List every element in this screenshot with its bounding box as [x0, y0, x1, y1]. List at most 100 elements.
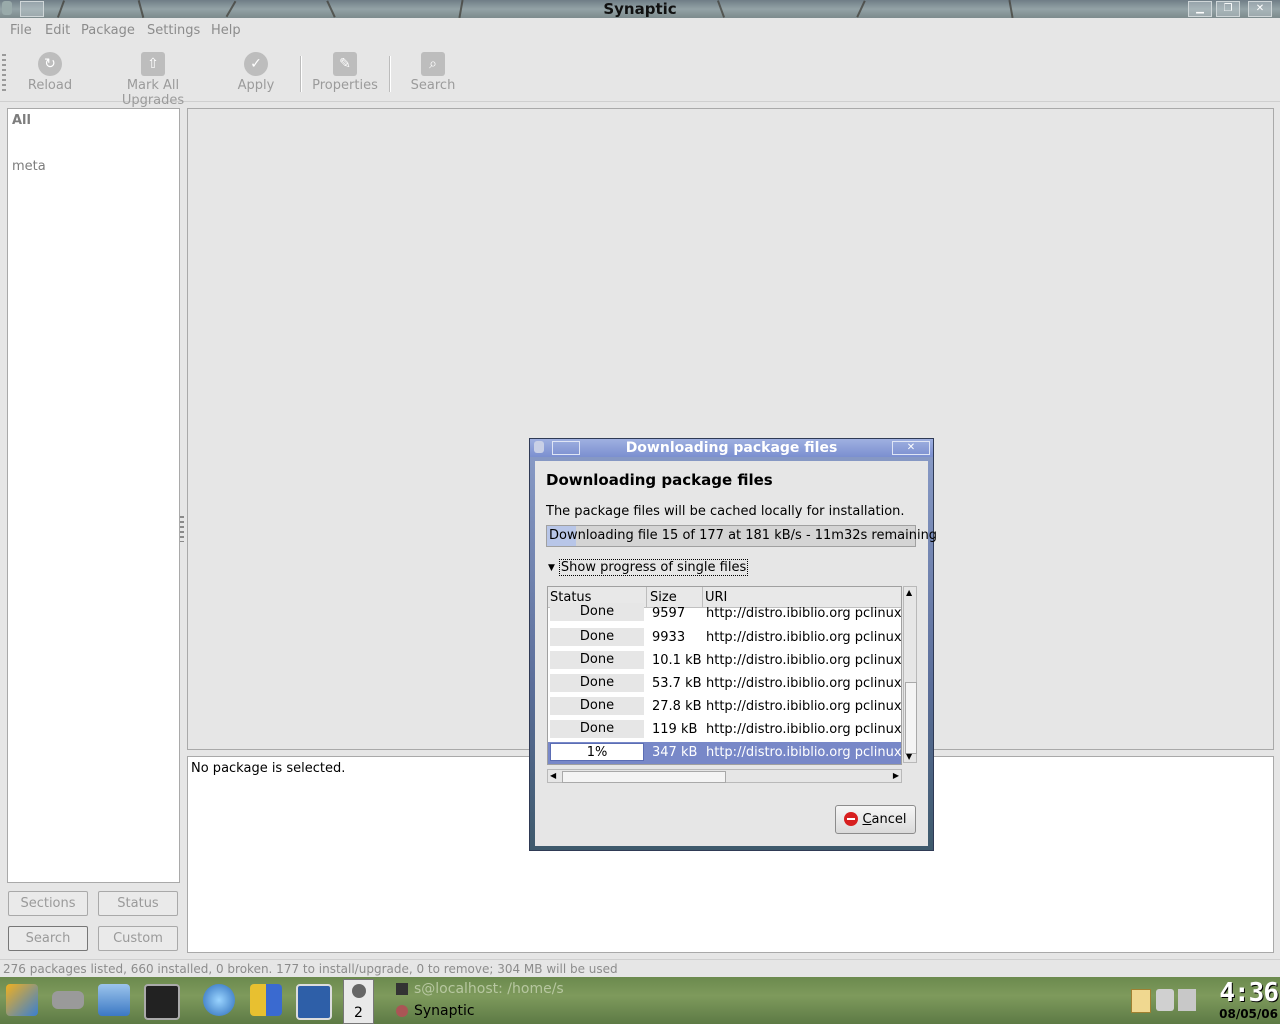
properties-label: Properties	[312, 78, 378, 93]
dialog-title: Downloading package files	[625, 440, 838, 456]
download-progress-bar: Downloading file 15 of 177 at 181 kB/s -…	[546, 525, 937, 547]
column-separator[interactable]	[646, 587, 647, 607]
window-titlebar: Synaptic ▁ ❐ ✕	[0, 0, 1280, 19]
menu-file[interactable]: File	[10, 23, 32, 38]
folder-icon[interactable]	[98, 984, 130, 1016]
vertical-scroll-thumb[interactable]	[905, 682, 917, 754]
klipper-icon[interactable]	[1131, 989, 1151, 1013]
menu-help[interactable]: Help	[211, 23, 241, 38]
close-button[interactable]: ✕	[1248, 1, 1272, 17]
drive-icon[interactable]	[52, 991, 84, 1009]
browser-icon[interactable]	[203, 984, 235, 1016]
column-separator[interactable]	[702, 587, 703, 607]
row-uri: http://distro.ibiblio.org pclinuxo	[706, 653, 902, 668]
dialog-shade-button[interactable]	[552, 441, 580, 455]
filter-list: All meta	[7, 108, 180, 883]
network-icon[interactable]	[1178, 989, 1196, 1011]
row-status: Done	[550, 720, 644, 738]
horizontal-scrollbar[interactable]: ◀ ▶	[547, 769, 902, 783]
column-uri[interactable]: URI	[705, 590, 727, 605]
menu-edit[interactable]: Edit	[45, 23, 70, 38]
clock[interactable]: 4:36 08/05/06	[1219, 978, 1279, 1021]
vertical-scrollbar[interactable]: ▲ ▼	[903, 586, 917, 763]
cancel-icon	[844, 811, 859, 826]
row-status: Done	[550, 651, 644, 669]
show-progress-expander[interactable]: ▼ Show progress of single files	[548, 559, 749, 576]
row-status: Done	[550, 628, 644, 646]
desktop-pager[interactable]: 2	[343, 979, 374, 1024]
sections-button[interactable]: Sections	[8, 891, 88, 916]
dialog-menu-icon[interactable]	[534, 441, 544, 453]
row-uri: http://distro.ibiblio.org pclinuxo	[706, 699, 902, 714]
volume-icon[interactable]	[1156, 989, 1174, 1011]
row-status: Done	[550, 603, 644, 621]
progress-text: Downloading file 15 of 177 at 181 kB/s -…	[549, 528, 938, 543]
maximize-button[interactable]: ❐	[1216, 1, 1240, 17]
taskbar: 2 s@localhost: /home/s Synaptic 4:36 08/…	[0, 977, 1280, 1024]
terminal-small-icon	[396, 983, 408, 995]
desktop-number: 2	[354, 1005, 363, 1021]
minimize-button[interactable]: ▁	[1188, 1, 1212, 17]
column-size[interactable]: Size	[650, 590, 677, 605]
row-uri: http://distro.ibiblio.org pclinuxo	[706, 745, 902, 760]
search-filter-button[interactable]: Search	[8, 926, 88, 951]
table-row[interactable]: Done 27.8 kB http://distro.ibiblio.org p…	[548, 696, 901, 719]
filter-item-all[interactable]: All	[12, 113, 31, 128]
expander-label: Show progress of single files	[558, 559, 749, 576]
mark-all-upgrades-button[interactable]: ⇧ Mark All Upgrades	[95, 52, 211, 108]
custom-button[interactable]: Custom	[98, 926, 178, 951]
scroll-up-icon[interactable]: ▲	[906, 588, 912, 597]
menu-settings[interactable]: Settings	[147, 23, 200, 38]
reload-button[interactable]: ↻ Reload	[26, 52, 74, 93]
cancel-label: Cancel	[862, 812, 907, 827]
row-size: 9597	[652, 606, 686, 621]
scroll-down-icon[interactable]: ▼	[906, 752, 912, 761]
terminal-icon[interactable]	[144, 984, 180, 1020]
toolbar-separator	[300, 56, 302, 92]
synaptic-small-icon	[396, 1005, 408, 1017]
properties-button[interactable]: ✎ Properties	[312, 52, 378, 93]
filter-item-meta[interactable]: meta	[12, 159, 46, 174]
row-status: Done	[550, 697, 644, 715]
table-row[interactable]: Done 119 kB http://distro.ibiblio.org pc…	[548, 719, 901, 742]
task-synaptic[interactable]: Synaptic	[396, 1003, 475, 1019]
cancel-button[interactable]: Cancel	[835, 805, 916, 834]
table-row-selected[interactable]: 1% 347 kB http://distro.ibiblio.org pcli…	[548, 742, 902, 764]
table-row[interactable]: Done 10.1 kB http://distro.ibiblio.org p…	[548, 650, 901, 673]
control-center-icon[interactable]	[296, 984, 332, 1020]
upgrade-icon: ⇧	[141, 52, 165, 76]
clock-time: 4:36	[1219, 978, 1279, 1008]
table-row[interactable]: Done 9933 http://distro.ibiblio.org pcli…	[548, 627, 901, 650]
table-row[interactable]: Done 9597 http://distro.ibiblio.org pcli…	[548, 603, 902, 628]
table-row[interactable]: Done 53.7 kB http://distro.ibiblio.org p…	[548, 673, 901, 696]
reload-icon: ↻	[38, 52, 62, 76]
scroll-right-icon[interactable]: ▶	[893, 771, 899, 780]
checkmark-icon: ✓	[244, 52, 268, 76]
row-uri: http://distro.ibiblio.org pclinuxo	[706, 606, 902, 621]
mark-all-upgrades-label: Mark All Upgrades	[121, 78, 185, 108]
search-label: Search	[410, 78, 456, 93]
package-manager-icon[interactable]	[250, 984, 282, 1016]
status-button[interactable]: Status	[98, 891, 178, 916]
scroll-left-icon[interactable]: ◀	[550, 771, 556, 780]
search-icon: ⌕	[421, 52, 445, 76]
dialog-close-button[interactable]: ✕	[892, 441, 930, 455]
dialog-titlebar[interactable]: Downloading package files ✕	[530, 439, 933, 457]
status-bar: 276 packages listed, 660 installed, 0 br…	[0, 959, 1280, 977]
row-size: 119 kB	[652, 722, 698, 737]
row-uri: http://distro.ibiblio.org pclinuxo	[706, 630, 902, 645]
row-size: 347 kB	[652, 745, 698, 760]
start-menu-icon[interactable]	[6, 984, 38, 1016]
row-size: 9933	[652, 630, 686, 645]
pane-splitter[interactable]	[180, 516, 184, 542]
toolbar-grip[interactable]	[2, 54, 6, 92]
horizontal-scroll-thumb[interactable]	[562, 771, 726, 783]
file-progress-table[interactable]: Status Size URI Done 9597 http://distro.…	[547, 586, 902, 765]
synaptic-mini-icon	[352, 984, 366, 998]
menu-package[interactable]: Package	[81, 23, 135, 38]
search-button[interactable]: ⌕ Search	[409, 52, 457, 93]
row-uri: http://distro.ibiblio.org pclinuxo	[706, 722, 902, 737]
task-terminal[interactable]: s@localhost: /home/s	[396, 981, 564, 997]
apply-button[interactable]: ✓ Apply	[236, 52, 276, 93]
row-size: 53.7 kB	[652, 676, 702, 691]
